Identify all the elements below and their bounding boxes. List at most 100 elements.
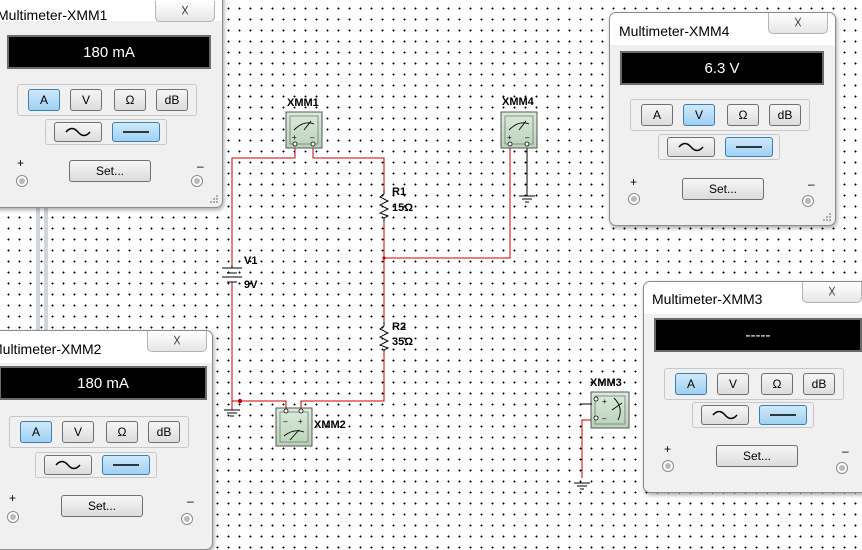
mode-decibel-button[interactable]: dB: [803, 373, 835, 395]
negative-terminal[interactable]: [836, 462, 848, 474]
multimeter-xmm1-symbol[interactable]: + –: [285, 111, 323, 149]
dc-mode-button[interactable]: [725, 137, 773, 157]
dc-line-icon: [123, 131, 149, 133]
svg-text:+: +: [298, 417, 303, 426]
mode-ohmmeter-button[interactable]: Ω: [106, 421, 138, 443]
ac-mode-button[interactable]: [54, 122, 102, 142]
ac-sine-icon: [55, 460, 81, 470]
titlebar[interactable]: Multimeter-XMM3 ☓: [644, 282, 862, 314]
resize-grip-icon[interactable]: [209, 194, 219, 204]
negative-terminal[interactable]: [191, 175, 203, 187]
mode-ohmmeter-button[interactable]: Ω: [114, 89, 146, 111]
mode-decibel-button[interactable]: dB: [148, 421, 180, 443]
svg-text:+: +: [507, 133, 512, 142]
close-button[interactable]: ☓: [147, 331, 207, 352]
close-button[interactable]: ☓: [802, 282, 862, 303]
panel-title: Multimeter-XMM2: [0, 341, 102, 357]
set-button[interactable]: Set...: [716, 445, 798, 467]
ac-mode-button[interactable]: [44, 455, 92, 475]
plus-sign: +: [17, 156, 25, 170]
dc-line-icon: [770, 414, 796, 416]
mode-ohmmeter-button[interactable]: Ω: [727, 104, 759, 126]
positive-terminal[interactable]: [16, 175, 28, 187]
panel-title: Multimeter-XMM1: [0, 7, 108, 23]
reading-display: 180 mA: [7, 35, 211, 69]
svg-text:+: +: [602, 397, 607, 406]
ac-sine-icon: [678, 142, 704, 152]
close-button[interactable]: ☓: [155, 1, 215, 22]
coupling-button-group: [35, 452, 157, 478]
negative-terminal[interactable]: [802, 195, 814, 207]
multimeter-xmm4-panel[interactable]: Multimeter-XMM4 ☓ 6.3 V A V Ω dB Set... …: [609, 12, 836, 226]
mode-voltmeter-button[interactable]: V: [62, 421, 94, 443]
close-icon: ☓: [172, 333, 182, 350]
mode-ammeter-button[interactable]: A: [641, 104, 673, 126]
multimeter-xmm2-symbol[interactable]: – +: [275, 407, 313, 447]
titlebar[interactable]: Multimeter-XMM1 ☓: [0, 0, 222, 23]
coupling-button-group: [45, 119, 167, 145]
r2-name-label: R2: [392, 321, 406, 333]
v1-value-label: 9V: [244, 279, 258, 291]
multimeter-xmm4-symbol[interactable]: + –: [500, 111, 538, 149]
mode-ammeter-button[interactable]: A: [675, 373, 707, 395]
close-button[interactable]: ☓: [768, 13, 828, 34]
mode-voltmeter-button[interactable]: V: [717, 373, 749, 395]
ac-mode-button[interactable]: [701, 405, 749, 425]
close-icon: ☓: [793, 15, 803, 32]
set-button[interactable]: Set...: [61, 495, 143, 517]
plus-sign: +: [664, 442, 672, 456]
negative-terminal[interactable]: [181, 513, 193, 525]
dc-mode-button[interactable]: [102, 455, 150, 475]
mode-voltmeter-button[interactable]: V: [683, 104, 715, 126]
mode-button-group: A V Ω dB: [630, 99, 810, 131]
svg-text:–: –: [602, 414, 607, 423]
titlebar[interactable]: Multimeter-XMM4 ☓: [610, 13, 835, 45]
r1-name-label: R1: [392, 186, 406, 198]
multimeter-xmm3-symbol[interactable]: + –: [590, 391, 630, 429]
resize-grip-icon[interactable]: [822, 212, 832, 222]
ac-sine-icon: [712, 410, 738, 420]
mode-button-group: A V Ω dB: [9, 416, 189, 448]
svg-text:–: –: [310, 133, 315, 142]
mode-ammeter-button[interactable]: A: [28, 89, 60, 111]
dc-mode-button[interactable]: [759, 405, 807, 425]
minus-sign: –: [187, 494, 194, 508]
mode-ammeter-button[interactable]: A: [20, 421, 52, 443]
svg-text:+: +: [292, 133, 297, 142]
battery-v1-symbol[interactable]: [222, 265, 242, 283]
mode-decibel-button[interactable]: dB: [156, 89, 188, 111]
svg-text:–: –: [283, 417, 288, 426]
ac-mode-button[interactable]: [667, 137, 715, 157]
ground-symbol-xmm3: [574, 482, 590, 490]
resistor-r1-symbol[interactable]: [378, 190, 390, 222]
xmm3-symbol-label: XMM3: [590, 377, 622, 389]
positive-terminal[interactable]: [628, 193, 640, 205]
ground-symbol-xmm4: [519, 195, 535, 203]
set-button[interactable]: Set...: [682, 178, 764, 200]
ground-symbol-v1: [224, 409, 240, 417]
multimeter-xmm1-panel[interactable]: Multimeter-XMM1 ☓ 180 mA A V Ω dB Set...…: [0, 0, 223, 208]
panel-title: Multimeter-XMM4: [619, 23, 730, 39]
r2-value-label: 35Ω: [392, 336, 413, 348]
close-icon: ☓: [827, 284, 837, 301]
mode-button-group: A V Ω dB: [17, 84, 197, 116]
minus-sign: –: [808, 177, 815, 191]
positive-terminal[interactable]: [662, 460, 674, 472]
close-icon: ☓: [180, 3, 190, 20]
positive-terminal[interactable]: [7, 511, 19, 523]
r1-value-label: 15Ω: [392, 202, 413, 214]
mode-ohmmeter-button[interactable]: Ω: [761, 373, 793, 395]
window-edge-strip: [36, 205, 48, 335]
mode-decibel-button[interactable]: dB: [769, 104, 801, 126]
reading-display: -----: [654, 318, 862, 352]
multimeter-xmm2-panel[interactable]: Multimeter-XMM2 ☓ 180 mA A V Ω dB Set...…: [0, 330, 213, 550]
set-button[interactable]: Set...: [69, 160, 151, 182]
xmm4-symbol-label: XMM4: [502, 96, 535, 108]
xmm2-symbol-label: XMM2: [314, 419, 346, 431]
titlebar[interactable]: Multimeter-XMM2 ☓: [0, 331, 212, 363]
dc-mode-button[interactable]: [112, 122, 160, 142]
reading-display: 6.3 V: [620, 51, 824, 85]
multimeter-xmm3-panel[interactable]: Multimeter-XMM3 ☓ ----- A V Ω dB Set... …: [643, 281, 862, 493]
mode-voltmeter-button[interactable]: V: [70, 89, 102, 111]
resistor-r2-symbol[interactable]: [378, 322, 390, 352]
